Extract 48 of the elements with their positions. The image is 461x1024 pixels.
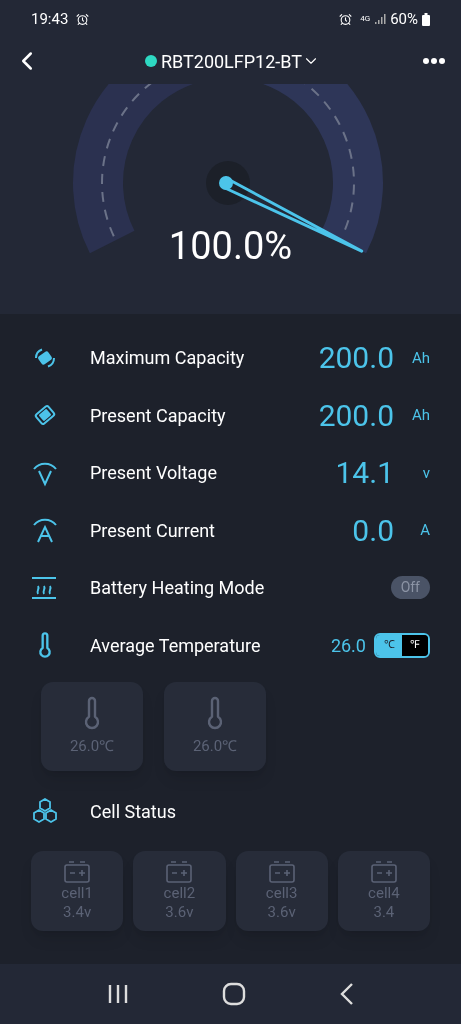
battery-icon xyxy=(267,860,296,885)
hexagons-icon xyxy=(31,798,59,824)
metric-value: 200.0 xyxy=(318,339,394,378)
metric-label: Present Current xyxy=(90,518,216,543)
temperature-value: 26.0 xyxy=(330,633,366,658)
status-time: 19:43 xyxy=(31,8,69,30)
cell-status-label: Cell Status xyxy=(90,799,176,824)
heating-icon xyxy=(31,575,57,600)
cell-name: cell3 xyxy=(265,884,298,903)
sensor-reading: 26.0℃ xyxy=(69,736,115,758)
charge-percentage: 100.0% xyxy=(168,223,293,270)
battery-icon xyxy=(369,860,398,885)
metric-label: Maximum Capacity xyxy=(90,346,246,371)
more-icon xyxy=(423,58,445,64)
home-button[interactable] xyxy=(221,982,246,1006)
battery-icon xyxy=(165,860,194,885)
cell-voltage: 3.6v xyxy=(267,903,296,922)
cell-voltage: 3.6v xyxy=(165,903,194,922)
cell-name: cell2 xyxy=(163,884,196,903)
alarm-icon xyxy=(76,12,90,26)
metric-unit: v xyxy=(421,462,430,484)
cell-name: cell1 xyxy=(61,884,93,903)
battery-icon xyxy=(422,12,430,26)
recent-apps-button[interactable] xyxy=(106,984,129,1004)
cell-voltage: 3.4 xyxy=(373,903,395,922)
sensor-reading: 26.0℃ xyxy=(192,736,238,758)
temperature-label: Average Temperature xyxy=(90,633,262,658)
battery-percentage: 60% xyxy=(390,8,418,30)
alarm-icon xyxy=(339,12,353,26)
metric-label: Present Voltage xyxy=(90,461,218,486)
cell-name: cell4 xyxy=(368,884,400,903)
heating-label: Battery Heating Mode xyxy=(90,576,266,601)
battery-icon xyxy=(63,860,92,885)
metric-value: 200.0 xyxy=(318,396,394,435)
metric-unit: A xyxy=(419,520,430,541)
network-type: 4G xyxy=(360,13,371,25)
device-selector[interactable]: RBT200LFP12-BT xyxy=(160,47,321,75)
metric-label: Present Capacity xyxy=(90,403,227,428)
current-icon xyxy=(31,516,59,545)
signal-icon xyxy=(374,13,387,25)
metric-value: 14.1 xyxy=(335,454,394,493)
metric-unit: Ah xyxy=(410,405,430,426)
metric-unit: Ah xyxy=(410,347,430,369)
unit-toggle[interactable]: ℉ xyxy=(402,634,428,656)
cell-voltage: 3.4v xyxy=(63,903,92,922)
unit-toggle[interactable]: ℃ xyxy=(376,634,402,656)
back-button[interactable] xyxy=(338,982,355,1006)
metric-value: 0.0 xyxy=(352,511,394,550)
